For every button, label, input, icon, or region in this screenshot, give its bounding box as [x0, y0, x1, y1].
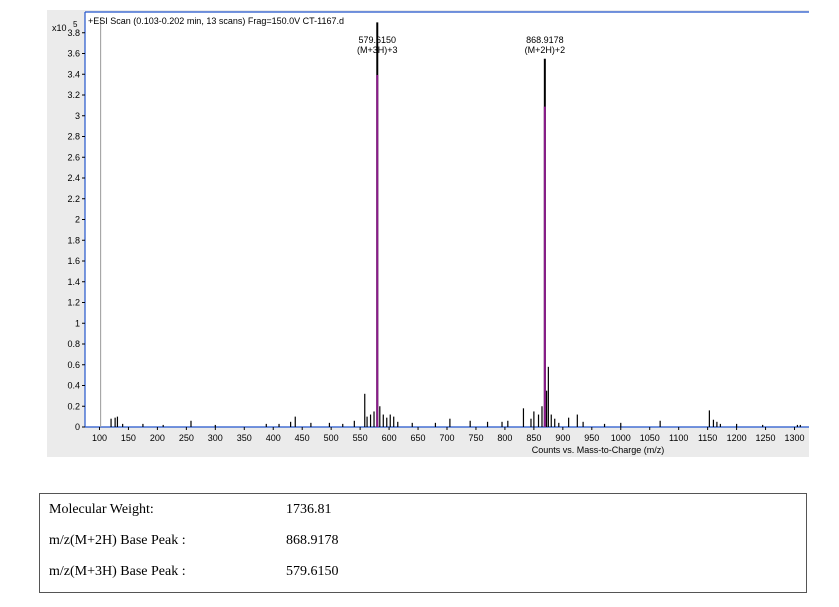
- y-tick-label: 0.2: [67, 401, 80, 411]
- x-tick-label: 1150: [698, 433, 717, 443]
- plot-area: [85, 12, 809, 427]
- y-tick-label: 0: [75, 422, 80, 432]
- x-tick-label: 400: [266, 433, 281, 443]
- x-tick-label: 700: [439, 433, 454, 443]
- y-tick-label: 3.6: [67, 49, 80, 59]
- x-tick-label: 1050: [640, 433, 660, 443]
- x-tick-label: 750: [468, 433, 483, 443]
- m2h-base-peak-label: m/z(M+2H) Base Peak :: [49, 533, 186, 548]
- x-tick-label: 600: [382, 433, 397, 443]
- y-tick-label: 1.8: [67, 235, 80, 245]
- m3h-base-peak-row: m/z(M+3H) Base Peak : 579.6150: [40, 558, 806, 588]
- x-tick-label: 300: [208, 433, 223, 443]
- x-tick-label: 1100: [669, 433, 688, 443]
- y-tick-label: 1.2: [67, 298, 80, 308]
- peak-ion-label: (M+3H)+3: [357, 45, 398, 55]
- y-tick-label: 2: [75, 215, 80, 225]
- y-tick-label: 3.4: [67, 69, 80, 79]
- molecular-weight-label: Molecular Weight:: [49, 502, 154, 517]
- compound-info-table: Molecular Weight: 1736.81 m/z(M+2H) Base…: [39, 493, 807, 593]
- x-tick-label: 350: [237, 433, 252, 443]
- y-exponent-label: 5: [73, 20, 78, 29]
- y-multiplier-label: x10: [52, 23, 67, 33]
- x-tick-label: 1300: [785, 433, 805, 443]
- x-tick-label: 900: [555, 433, 570, 443]
- y-tick-label: 1.6: [67, 256, 80, 266]
- x-tick-label: 550: [353, 433, 368, 443]
- y-tick-label: 2.4: [67, 173, 80, 183]
- x-tick-label: 100: [92, 433, 107, 443]
- y-tick-label: 3.2: [67, 90, 80, 100]
- molecular-weight-value: 1736.81: [286, 502, 332, 517]
- y-tick-label: 3.8: [67, 28, 80, 38]
- x-tick-label: 250: [179, 433, 194, 443]
- x-tick-label: 500: [324, 433, 339, 443]
- x-tick-label: 800: [497, 433, 512, 443]
- y-tick-label: 0.8: [67, 339, 80, 349]
- x-tick-label: 650: [411, 433, 426, 443]
- y-tick-label: 1: [75, 318, 80, 328]
- mass-spectrum-chart: 0 0.2 0.4 0.6 0.8 1 1.2 1.4 1.6 1.8 2 2.2 2.4 2.6 2.8 3…: [47, 10, 809, 457]
- y-tick-label: 0.6: [67, 360, 80, 370]
- y-tick-label: 3: [75, 111, 80, 121]
- y-tick-label: 1.4: [67, 277, 80, 287]
- y-tick-label: 2.8: [67, 132, 80, 142]
- peak-ion-label: (M+2H)+2: [525, 45, 566, 55]
- y-tick-label: 2.6: [67, 152, 80, 162]
- peak-mz-label: 868.9178: [526, 35, 564, 45]
- x-tick-label: 200: [150, 433, 165, 443]
- peak-mz-label: 579.6150: [358, 35, 396, 45]
- x-tick-label: 950: [584, 433, 599, 443]
- x-tick-label: 1200: [727, 433, 747, 443]
- x-axis-label: Counts vs. Mass-to-Charge (m/z): [532, 445, 665, 455]
- x-tick-label: 1250: [756, 433, 776, 443]
- x-tick-label: 1000: [611, 433, 631, 443]
- m2h-base-peak-row: m/z(M+2H) Base Peak : 868.9178: [40, 527, 806, 557]
- molecular-weight-row: Molecular Weight: 1736.81: [40, 496, 806, 526]
- y-tick-label: 0.4: [67, 381, 80, 391]
- m2h-base-peak-value: 868.9178: [286, 533, 339, 548]
- x-tick-label: 150: [121, 433, 136, 443]
- chart-title: +ESI Scan (0.103-0.202 min, 13 scans) Fr…: [88, 16, 344, 26]
- x-tick-label: 450: [295, 433, 310, 443]
- m3h-base-peak-value: 579.6150: [286, 564, 339, 579]
- y-tick-label: 2.2: [67, 194, 80, 204]
- x-tick-label: 850: [526, 433, 541, 443]
- m3h-base-peak-label: m/z(M+3H) Base Peak :: [49, 564, 186, 579]
